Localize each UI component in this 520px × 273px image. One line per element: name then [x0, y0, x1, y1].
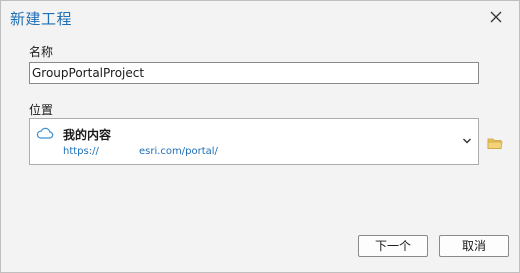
new-project-dialog: 新建工程 名称 位置 我的内容 https:// esri.com/portal… — [0, 0, 520, 273]
location-dropdown[interactable]: 我的内容 https:// esri.com/portal/ — [29, 118, 479, 165]
cloud-icon — [36, 127, 54, 139]
cancel-button[interactable]: 取消 — [439, 235, 509, 257]
location-title: 我的内容 — [63, 128, 112, 142]
project-name-input[interactable] — [29, 62, 479, 84]
location-url-suffix: esri.com/portal/ — [139, 146, 218, 157]
browse-folder-button[interactable] — [487, 135, 503, 154]
close-button[interactable] — [487, 8, 505, 26]
location-label: 位置 — [29, 103, 54, 117]
name-label: 名称 — [29, 45, 54, 59]
next-button[interactable]: 下一个 — [358, 235, 428, 257]
folder-icon — [487, 138, 503, 149]
dialog-title: 新建工程 — [10, 10, 73, 28]
close-icon — [490, 11, 502, 23]
location-url-prefix: https:// — [63, 146, 99, 157]
chevron-down-icon[interactable] — [462, 137, 472, 145]
